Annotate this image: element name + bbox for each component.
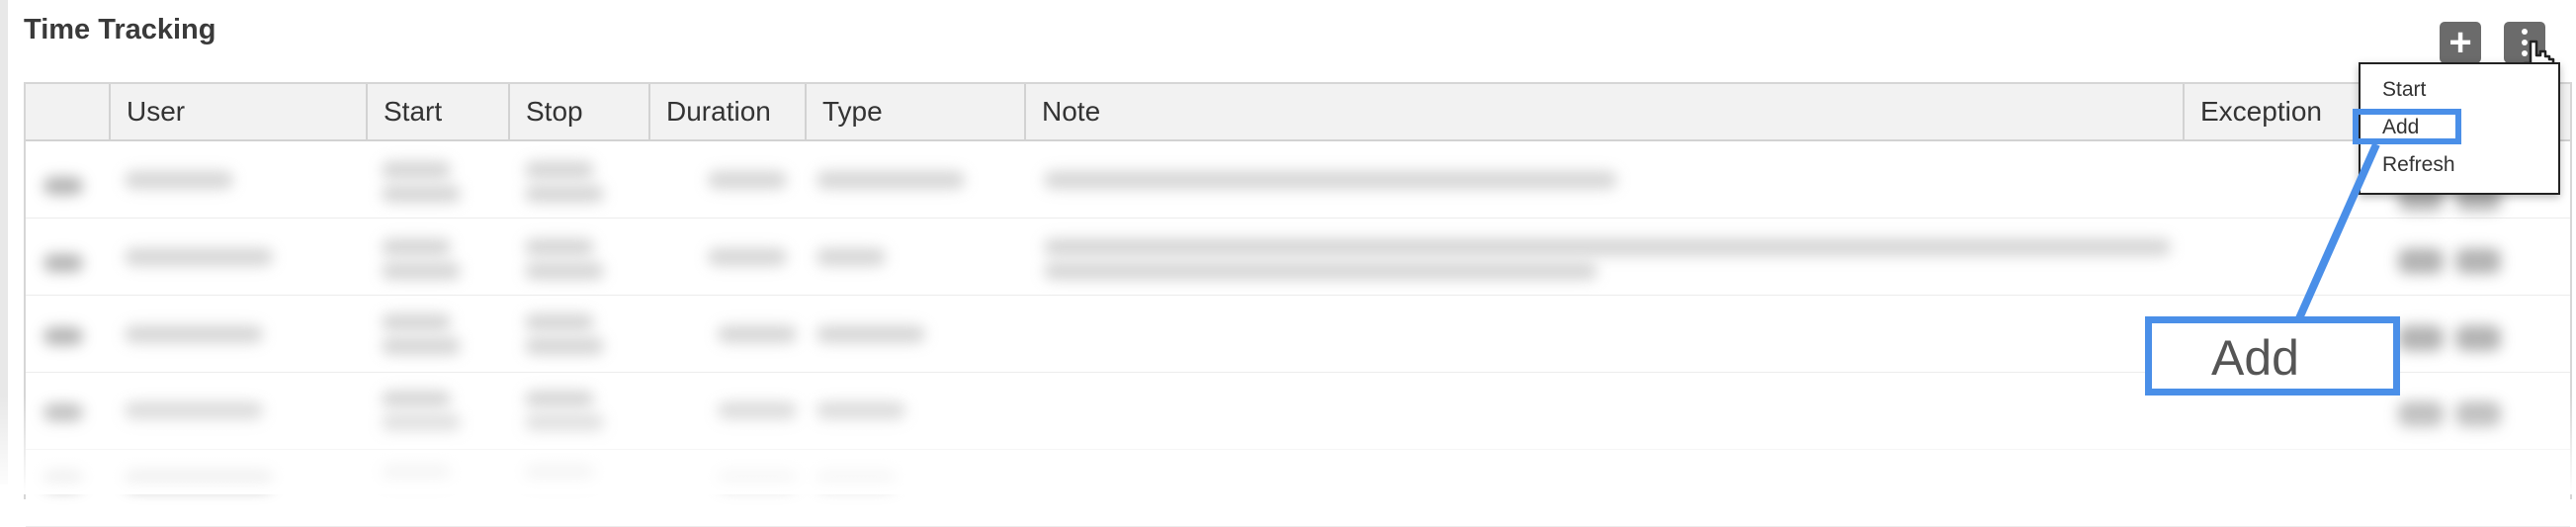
menu-item-add-highlight (2353, 109, 2461, 144)
callout-label: Add (2211, 330, 2299, 386)
callout-box: Add (2145, 316, 2400, 395)
callout-connector (2295, 142, 2380, 320)
